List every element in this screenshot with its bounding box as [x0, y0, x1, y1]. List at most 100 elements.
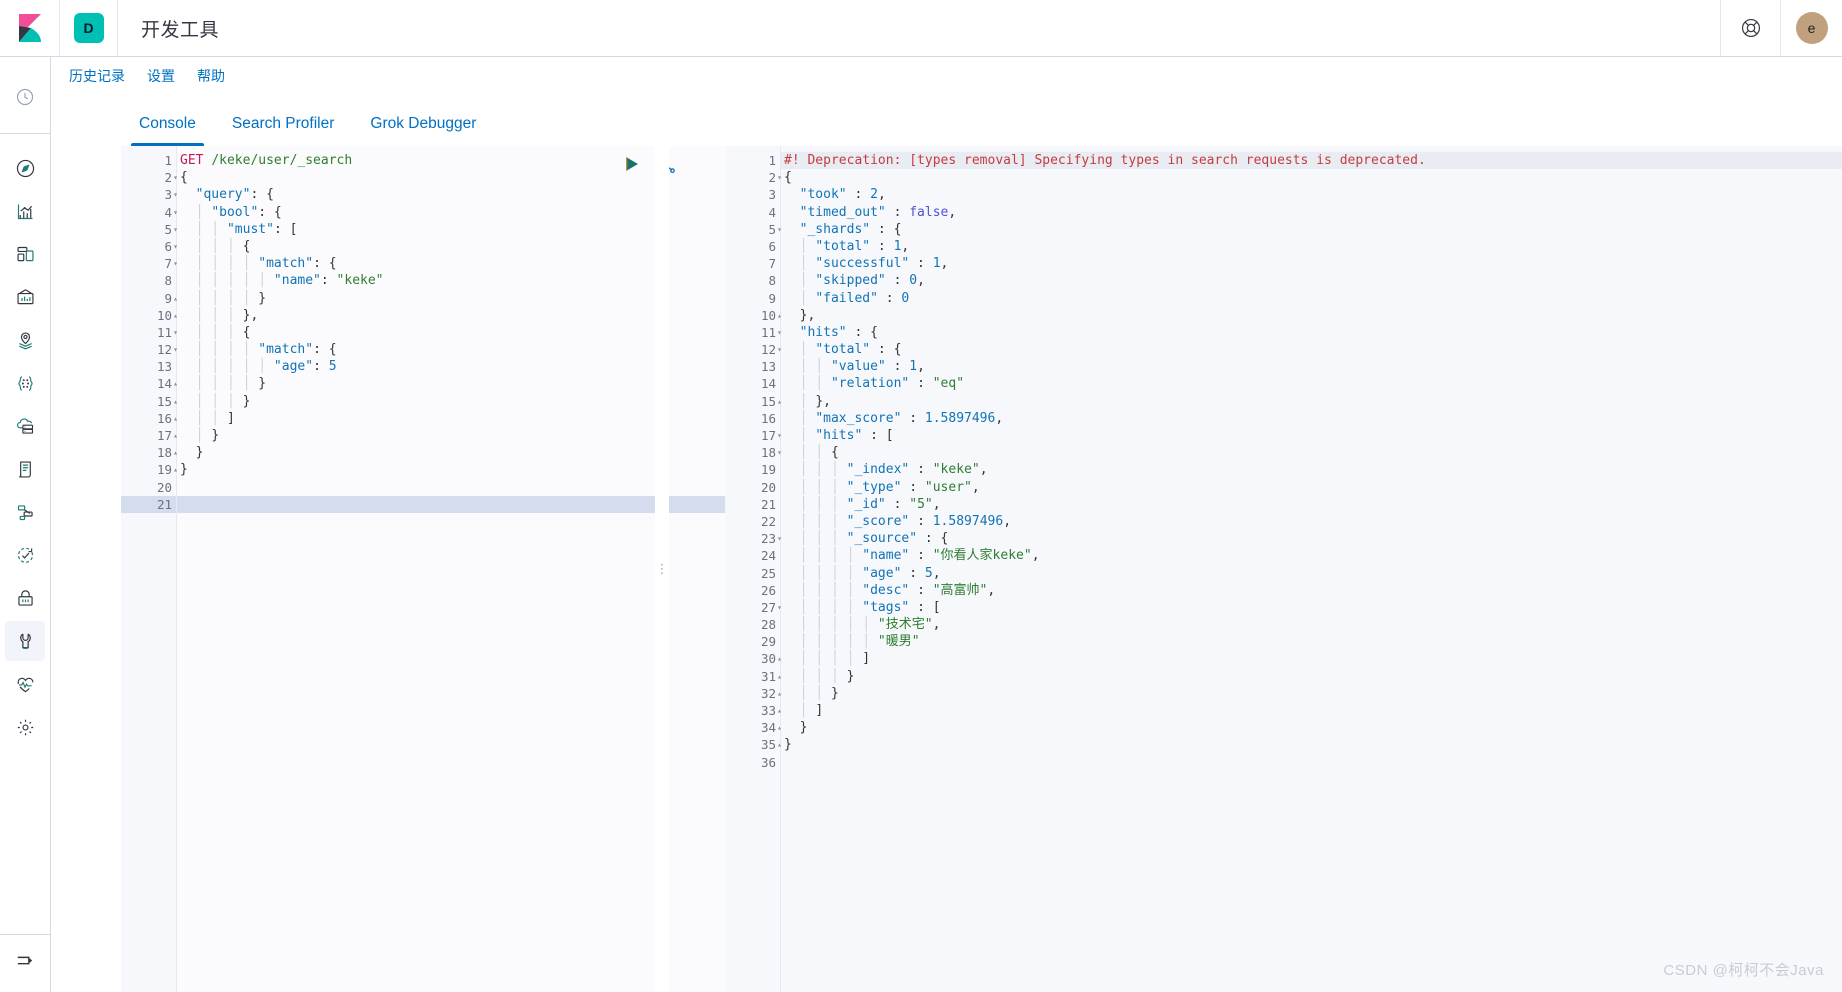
request-editor-pane[interactable]: 1 2 ▾ 3 ▾ 4 ▾ 5 ▾ 6 ▾ 7 ▾ 8 9 ▴ 10 ▴ 11 ▾ 12 ▾ 13 14 ▴ 15 ▴ 16 ▴ 17 ▴ 1…: [121, 146, 725, 992]
code-line[interactable]: │ │ │ "_type" : "user",: [781, 479, 1842, 496]
code-line[interactable]: │ │ │ │ │ "name": "keke": [177, 272, 725, 289]
code-line[interactable]: │ }: [177, 427, 725, 444]
sidebar-item-apm[interactable]: [5, 492, 45, 532]
code-line[interactable]: │ │ }: [781, 685, 1842, 702]
code-line[interactable]: "query": {: [177, 186, 725, 203]
code-line[interactable]: │ │ │ "_score" : 1.5897496,: [781, 513, 1842, 530]
code-line[interactable]: │ │ │ "_index" : "keke",: [781, 461, 1842, 478]
sidebar-item-machine-learning[interactable]: [5, 363, 45, 403]
code-line[interactable]: }: [177, 461, 725, 478]
code-token: "query": [195, 187, 251, 203]
sidebar-item-recently-viewed[interactable]: [5, 77, 45, 117]
code-line[interactable]: │ "failed" : 0: [781, 290, 1842, 307]
history-link[interactable]: 历史记录: [69, 66, 125, 86]
sidebar-item-monitoring[interactable]: [5, 664, 45, 704]
sidebar-item-management[interactable]: [5, 707, 45, 747]
sidebar-item-maps[interactable]: [5, 320, 45, 360]
sidebar-item-dashboard[interactable]: [5, 234, 45, 274]
avatar-wrap[interactable]: e: [1780, 0, 1842, 56]
code-line[interactable]: │ ]: [781, 702, 1842, 719]
code-line[interactable]: [177, 495, 725, 513]
code-line[interactable]: │ │ │ │ "name" : "你看人家keke",: [781, 547, 1842, 564]
code-line[interactable]: │ │ │ │ │ "技术宅",: [781, 616, 1842, 633]
code-line[interactable]: │ │ │ │ │ "暖男": [781, 633, 1842, 650]
code-line[interactable]: │ │ │ │ │ "age": 5: [177, 358, 725, 375]
code-line[interactable]: │ "total" : {: [781, 341, 1842, 358]
code-token: "must": [226, 221, 274, 237]
code-line[interactable]: │ │ │ │ }: [177, 375, 725, 392]
response-code-area[interactable]: #! Deprecation: [types removal] Specifyi…: [781, 146, 1842, 992]
code-token: "skipped": [815, 273, 886, 289]
tab-grok-debugger[interactable]: Grok Debugger: [352, 115, 494, 146]
code-line[interactable]: #! Deprecation: [types removal] Specifyi…: [781, 152, 1842, 170]
avatar[interactable]: e: [1795, 12, 1828, 44]
code-line[interactable]: "timed_out" : false,: [781, 204, 1842, 221]
help-lifebuoy-icon[interactable]: [1720, 0, 1780, 56]
code-line[interactable]: │ │ │ │ "tags" : [: [781, 599, 1842, 616]
code-line[interactable]: │ │ "relation" : "eq": [781, 375, 1842, 392]
code-line[interactable]: │ │ │ "_source" : {: [781, 530, 1842, 547]
settings-link[interactable]: 设置: [147, 66, 175, 86]
code-line[interactable]: │ │ │ │ "age" : 5,: [781, 565, 1842, 582]
sidebar-item-dev-tools[interactable]: [5, 621, 45, 661]
code-line[interactable]: [177, 479, 725, 496]
code-line[interactable]: │ │ │ {: [177, 238, 725, 255]
help-link[interactable]: 帮助: [197, 66, 225, 86]
code-line[interactable]: │ │ │ │ "match": {: [177, 255, 725, 272]
code-line[interactable]: │ "skipped" : 0,: [781, 272, 1842, 289]
gutter-line: 36: [760, 754, 776, 770]
code-line[interactable]: │ │ │ {: [177, 324, 725, 341]
code-token: : {: [870, 342, 902, 358]
sidebar-item-security[interactable]: [5, 578, 45, 618]
code-line[interactable]: │ │ │ │ "match": {: [177, 341, 725, 358]
code-line[interactable]: │ │ "value" : 1,: [781, 358, 1842, 375]
code-line[interactable]: │ "total" : 1,: [781, 238, 1842, 255]
pane-resize-handle[interactable]: ⋮: [655, 146, 669, 992]
code-line[interactable]: }: [781, 736, 1842, 753]
sidebar-item-visualize[interactable]: [5, 191, 45, 231]
code-line[interactable]: },: [781, 307, 1842, 324]
code-line[interactable]: }: [781, 719, 1842, 736]
code-line[interactable]: │ },: [781, 393, 1842, 410]
code-line[interactable]: │ │ {: [781, 444, 1842, 461]
space-badge[interactable]: D: [73, 13, 104, 43]
code-line[interactable]: │ │ │ │ ]: [781, 650, 1842, 667]
code-line[interactable]: │ │ ]: [177, 410, 725, 427]
code-line[interactable]: "_shards" : {: [781, 221, 1842, 238]
code-line[interactable]: }: [177, 444, 725, 461]
request-code-area[interactable]: GET /keke/user/_search{ "query": { │ "bo…: [177, 146, 725, 992]
code-line[interactable]: │ "successful" : 1,: [781, 255, 1842, 272]
code-line[interactable]: │ │ │ },: [177, 307, 725, 324]
code-token: │ │ │: [180, 324, 243, 340]
sidebar-item-uptime[interactable]: [5, 535, 45, 575]
code-line[interactable]: │ "hits" : [: [781, 427, 1842, 444]
code-line[interactable]: │ │ │ }: [177, 393, 725, 410]
console-panes: 1 2 ▾ 3 ▾ 4 ▾ 5 ▾ 6 ▾ 7 ▾ 8 9 ▴ 10 ▴ 11 ▾ 12 ▾ 13 14 ▴ 15 ▴ 16 ▴ 17 ▴ 1…: [51, 146, 1842, 992]
sidebar-collapse-toggle[interactable]: [0, 934, 51, 992]
code-line[interactable]: │ "max_score" : 1.5897496,: [781, 410, 1842, 427]
space-badge-wrap[interactable]: D: [60, 0, 118, 56]
tab-search-profiler[interactable]: Search Profiler: [214, 115, 353, 146]
kibana-logo-icon[interactable]: [0, 0, 60, 56]
code-line[interactable]: "hits" : {: [781, 324, 1842, 341]
code-line[interactable]: │ │ │ │ }: [177, 290, 725, 307]
code-line[interactable]: │ "bool": {: [177, 204, 725, 221]
primary-sidebar: [0, 57, 51, 992]
code-token: │ │ │: [784, 462, 847, 478]
code-line[interactable]: "took" : 2,: [781, 186, 1842, 203]
code-line[interactable]: {: [781, 169, 1842, 186]
code-line[interactable]: │ │ │ }: [781, 668, 1842, 685]
sidebar-item-infrastructure[interactable]: [5, 406, 45, 446]
sidebar-item-logs[interactable]: [5, 449, 45, 489]
code-line[interactable]: │ │ "must": [: [177, 221, 725, 238]
tab-console[interactable]: Console: [121, 115, 214, 146]
code-line[interactable]: [781, 754, 1842, 771]
sidebar-item-discover[interactable]: [5, 148, 45, 188]
code-token: "_source": [846, 531, 918, 547]
code-line[interactable]: │ │ │ "_id" : "5",: [781, 496, 1842, 513]
sidebar-item-canvas[interactable]: [5, 277, 45, 317]
play-triangle-icon[interactable]: [621, 154, 641, 174]
gutter-line: 17 ▾: [760, 428, 782, 443]
code-line[interactable]: │ │ │ │ "desc" : "高富帅",: [781, 582, 1842, 599]
response-pane[interactable]: 1 2 ▾ 3 4 5 ▾ 6 7 8 9 10 ▴ 11 ▾ 12 ▾ 13 14 15 ▴ 16 17 ▾ 18 ▾ 19 20 2…: [725, 146, 1842, 992]
